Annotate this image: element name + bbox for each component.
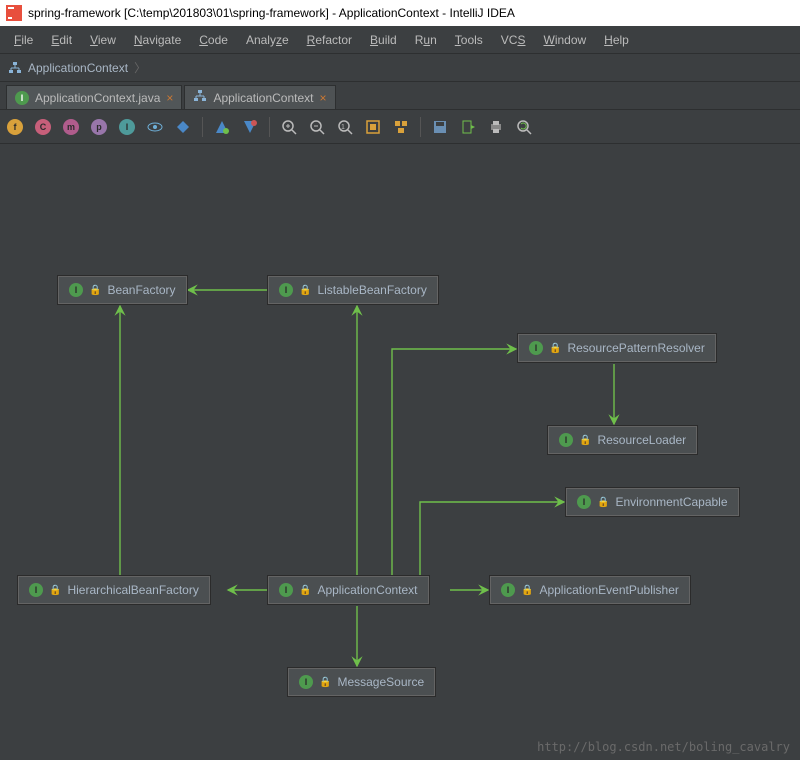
- close-icon[interactable]: ×: [166, 91, 173, 105]
- lock-icon: 🔒: [521, 585, 533, 596]
- lock-icon: 🔒: [319, 677, 331, 688]
- lock-icon: 🔒: [299, 585, 311, 596]
- interface-icon: I: [501, 583, 515, 597]
- tab-application-context-diagram[interactable]: ApplicationContext ×: [184, 85, 335, 109]
- collapse-node-icon[interactable]: [241, 118, 259, 136]
- node-application-event-publisher[interactable]: I 🔒 ApplicationEventPublisher: [490, 576, 690, 604]
- interface-icon: I: [15, 91, 29, 105]
- close-icon[interactable]: ×: [320, 91, 327, 105]
- visibility-icon[interactable]: [146, 118, 164, 136]
- svg-text:1: 1: [341, 124, 345, 131]
- methods-filter-icon[interactable]: m: [62, 118, 80, 136]
- node-label: BeanFactory: [107, 283, 175, 297]
- export-icon[interactable]: [459, 118, 477, 136]
- lock-icon: 🔒: [597, 497, 609, 508]
- watermark-text: http://blog.csdn.net/boling_cavalry: [537, 740, 790, 754]
- fields-filter-icon[interactable]: f: [6, 118, 24, 136]
- expand-node-icon[interactable]: [213, 118, 231, 136]
- chevron-right-icon: 〉: [134, 59, 146, 76]
- save-icon[interactable]: [431, 118, 449, 136]
- node-hierarchical-bean-factory[interactable]: I 🔒 HierarchicalBeanFactory: [18, 576, 210, 604]
- menu-tools[interactable]: Tools: [447, 29, 491, 51]
- node-message-source[interactable]: I 🔒 MessageSource: [288, 668, 435, 696]
- menu-build[interactable]: Build: [362, 29, 405, 51]
- interface-icon: I: [279, 283, 293, 297]
- lock-icon: 🔒: [299, 285, 311, 296]
- node-resource-pattern-resolver[interactable]: I 🔒 ResourcePatternResolver: [518, 334, 716, 362]
- menu-file[interactable]: File: [6, 29, 41, 51]
- zoom-in-icon[interactable]: [280, 118, 298, 136]
- tab-label: ApplicationContext.java: [35, 91, 160, 105]
- interface-icon: I: [529, 341, 543, 355]
- lock-icon: 🔒: [49, 585, 61, 596]
- hierarchy-icon: [8, 61, 22, 75]
- interface-icon: I: [29, 583, 43, 597]
- zoom-out-icon[interactable]: [308, 118, 326, 136]
- constructors-filter-icon[interactable]: C: [34, 118, 52, 136]
- node-application-context[interactable]: I 🔒 ApplicationContext: [268, 576, 429, 604]
- breadcrumb-item[interactable]: ApplicationContext: [28, 61, 128, 75]
- uml-diagram-canvas[interactable]: I 🔒 BeanFactory I 🔒 ListableBeanFactory …: [0, 144, 800, 760]
- menu-code[interactable]: Code: [191, 29, 236, 51]
- menu-window[interactable]: Window: [535, 29, 594, 51]
- interface-icon: I: [279, 583, 293, 597]
- menu-analyze[interactable]: Analyze: [238, 29, 297, 51]
- properties-filter-icon[interactable]: p: [90, 118, 108, 136]
- lock-icon: 🔒: [89, 285, 101, 296]
- node-label: ApplicationEventPublisher: [539, 583, 678, 597]
- separator: [269, 117, 270, 137]
- menu-view[interactable]: View: [82, 29, 124, 51]
- node-label: ResourcePatternResolver: [567, 341, 704, 355]
- node-label: ApplicationContext: [317, 583, 417, 597]
- menu-refactor[interactable]: Refactor: [299, 29, 360, 51]
- menu-edit[interactable]: Edit: [43, 29, 80, 51]
- menu-bar: File Edit View Navigate Code Analyze Ref…: [0, 26, 800, 54]
- hierarchy-icon: [193, 89, 207, 106]
- actual-size-icon[interactable]: 1: [336, 118, 354, 136]
- menu-help[interactable]: Help: [596, 29, 637, 51]
- lock-icon: 🔒: [549, 343, 561, 354]
- intellij-icon: [6, 5, 22, 21]
- inner-filter-icon[interactable]: I: [118, 118, 136, 136]
- menu-run[interactable]: Run: [407, 29, 445, 51]
- node-label: ListableBeanFactory: [317, 283, 426, 297]
- print-icon[interactable]: [487, 118, 505, 136]
- tab-label: ApplicationContext: [213, 91, 313, 105]
- interface-icon: I: [559, 433, 573, 447]
- window-title: spring-framework [C:\temp\201803\01\spri…: [28, 6, 515, 20]
- node-resource-loader[interactable]: I 🔒 ResourceLoader: [548, 426, 697, 454]
- lock-icon: 🔒: [579, 435, 591, 446]
- interface-icon: I: [299, 675, 313, 689]
- dependencies-icon[interactable]: [174, 118, 192, 136]
- node-label: ResourceLoader: [597, 433, 686, 447]
- editor-tabs: I ApplicationContext.java × ApplicationC…: [0, 82, 800, 110]
- node-label: EnvironmentCapable: [615, 495, 727, 509]
- node-environment-capable[interactable]: I 🔒 EnvironmentCapable: [566, 488, 739, 516]
- node-listable-bean-factory[interactable]: I 🔒 ListableBeanFactory: [268, 276, 438, 304]
- fit-content-icon[interactable]: [364, 118, 382, 136]
- separator: [420, 117, 421, 137]
- node-label: HierarchicalBeanFactory: [67, 583, 198, 597]
- node-bean-factory[interactable]: I 🔒 BeanFactory: [58, 276, 187, 304]
- window-title-bar: spring-framework [C:\temp\201803\01\spri…: [0, 0, 800, 26]
- interface-icon: I: [577, 495, 591, 509]
- refresh-preview-icon[interactable]: [515, 118, 533, 136]
- layout-icon[interactable]: [392, 118, 410, 136]
- separator: [202, 117, 203, 137]
- menu-vcs[interactable]: VCS: [493, 29, 534, 51]
- menu-navigate[interactable]: Navigate: [126, 29, 189, 51]
- tab-application-context-java[interactable]: I ApplicationContext.java ×: [6, 85, 182, 109]
- interface-icon: I: [69, 283, 83, 297]
- breadcrumb: ApplicationContext 〉: [0, 54, 800, 82]
- diagram-toolbar: f C m p I 1: [0, 110, 800, 144]
- node-label: MessageSource: [337, 675, 424, 689]
